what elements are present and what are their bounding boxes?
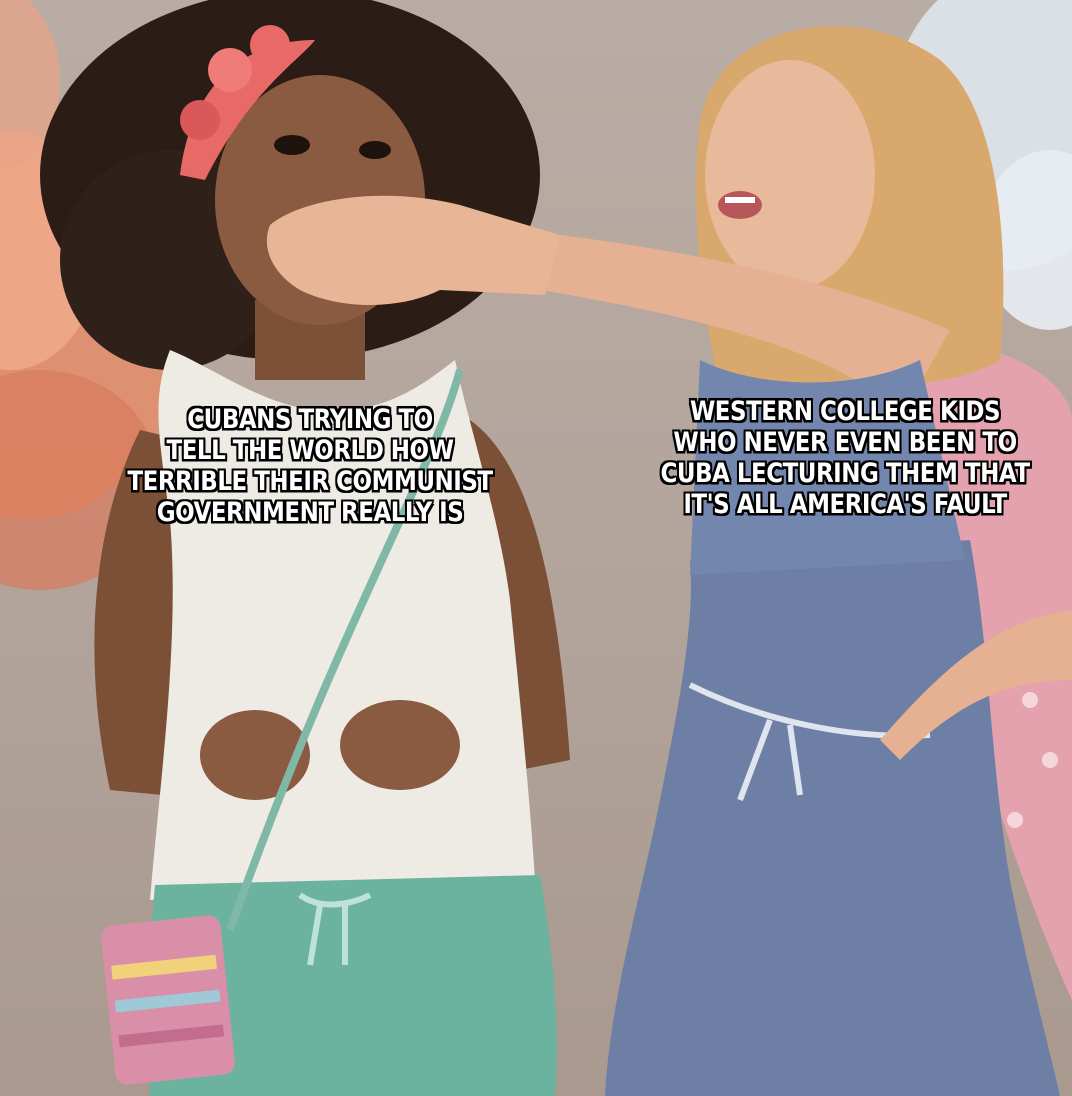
right-caption: WESTERN COLLEGE KIDS WHO NEVER EVEN BEEN…: [660, 397, 1030, 521]
meme-image: CUBANS TRYING TO TELL THE WORLD HOW TERR…: [0, 0, 1072, 1096]
meme-photo: [0, 0, 1072, 1096]
left-caption: CUBANS TRYING TO TELL THE WORLD HOW TERR…: [127, 405, 493, 529]
left-girl: [40, 0, 570, 1096]
